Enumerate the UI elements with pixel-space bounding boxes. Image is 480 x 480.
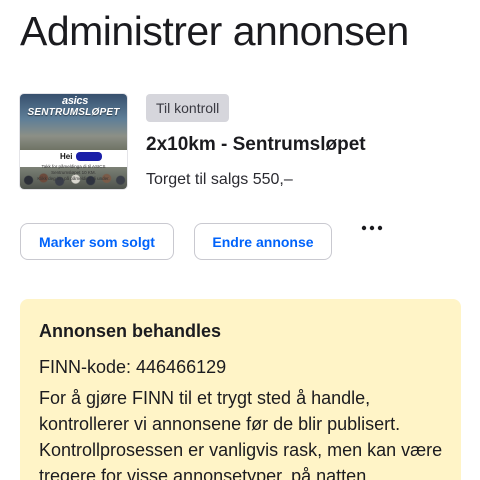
thumbnail-event-name: SENTRUMSLØPET: [27, 107, 120, 118]
notice-text: For å gjøre FINN til et trygt sted å han…: [39, 388, 443, 480]
listing-thumbnail[interactable]: asics SENTRUMSLØPET Hei Takk for påmeldi…: [20, 94, 127, 189]
review-notice: Annonsen behandles FINN-kode: 446466129 …: [20, 299, 461, 480]
asics-logo: asics: [62, 95, 89, 107]
redaction-mark: [76, 152, 102, 161]
status-badge: Til kontroll: [146, 94, 230, 122]
listing-price: Torget til salgs 550,–: [146, 171, 293, 188]
thumbnail-text: Takk for påmeldinga di til ASICS Sentrum…: [20, 164, 127, 182]
thumbnail-line: Klikk deg inn på påmelding di under.: [37, 176, 110, 181]
more-options-button[interactable]: [360, 224, 384, 248]
mark-as-sold-button[interactable]: Marker som solgt: [20, 223, 174, 260]
page-title: Administrer annonsen: [20, 8, 409, 54]
more-horizontal-icon: [361, 225, 383, 231]
finn-code: FINN-kode: 446466129: [39, 357, 227, 377]
notice-heading: Annonsen behandles: [39, 321, 222, 341]
edit-listing-button[interactable]: Endre annonse: [194, 223, 332, 260]
thumbnail-greeting: Hei: [60, 152, 73, 161]
manage-listing-page: Administrer annonsen asics SENTRUMSLØPET…: [0, 0, 480, 480]
listing-title[interactable]: 2x10km - Sentrumsløpet: [146, 133, 366, 157]
